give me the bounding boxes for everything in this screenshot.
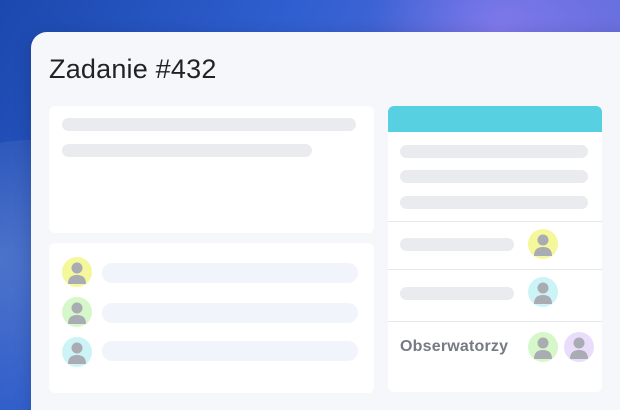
observers-label: Obserwatorzy	[400, 338, 509, 355]
user-avatar-icon[interactable]	[528, 277, 558, 307]
user-avatar-icon[interactable]	[62, 297, 92, 327]
text-placeholder-line	[62, 144, 312, 157]
text-placeholder-line	[400, 196, 588, 209]
text-placeholder-line	[400, 170, 588, 183]
user-avatar-icon[interactable]	[564, 332, 594, 362]
text-placeholder-line	[62, 118, 356, 131]
user-avatar-icon[interactable]	[62, 337, 92, 367]
background: Zadanie #432 Obserwatorzy	[0, 0, 620, 410]
user-avatar-icon[interactable]	[528, 332, 558, 362]
divider	[388, 321, 602, 322]
task-window: Zadanie #432 Obserwatorzy	[31, 32, 620, 410]
text-placeholder-line	[400, 287, 514, 300]
list-item-placeholder	[102, 303, 358, 323]
panel-header	[388, 106, 602, 132]
task-details-card	[49, 106, 374, 299]
text-placeholder-line	[400, 238, 514, 251]
divider	[388, 269, 602, 270]
task-sidebar-panel: Obserwatorzy	[388, 106, 602, 392]
list-item-placeholder	[102, 341, 358, 361]
list-item-placeholder	[102, 263, 358, 283]
assignee-list-card	[49, 243, 374, 393]
text-placeholder-line	[400, 145, 588, 158]
divider	[388, 221, 602, 222]
user-avatar-icon[interactable]	[62, 257, 92, 287]
page-title: Zadanie #432	[49, 54, 217, 84]
user-avatar-icon[interactable]	[528, 229, 558, 259]
